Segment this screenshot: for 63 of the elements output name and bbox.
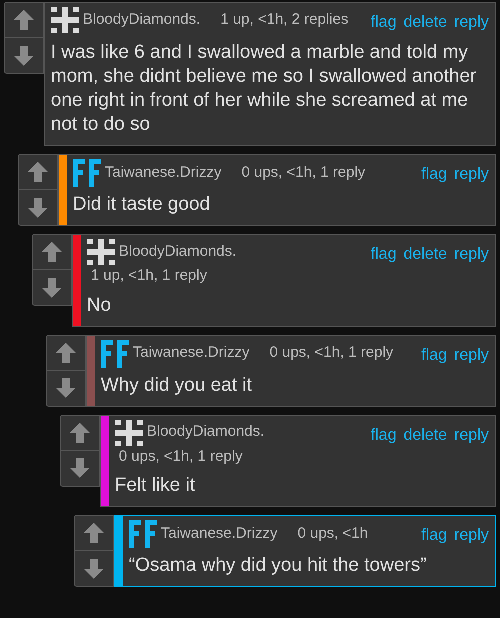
downvote-arrow-icon: [13, 44, 35, 66]
downvote-arrow-icon: [41, 276, 63, 298]
upvote-button[interactable]: [46, 334, 86, 370]
username[interactable]: Taiwanese.Drizzy: [161, 522, 278, 546]
action-link[interactable]: flag: [370, 243, 397, 267]
upvote-arrow-icon: [41, 241, 63, 263]
username[interactable]: Taiwanese.Drizzy: [105, 162, 222, 184]
comment-meta: 0 ups, <1h, 1 reply: [240, 162, 366, 183]
action-link[interactable]: delete: [404, 424, 448, 448]
comment-meta: 0 ups, <1h, 1 reply: [268, 343, 394, 364]
downvote-button[interactable]: [18, 190, 58, 226]
downvote-button[interactable]: [46, 370, 86, 406]
comment-meta: 0 ups, <1h, 1 reply: [118, 446, 243, 466]
avatar-icon: [101, 340, 129, 368]
downvote-arrow-icon: [83, 558, 105, 580]
comment-text: Felt like it: [115, 474, 196, 498]
action-link[interactable]: reply: [454, 344, 489, 368]
downvote-arrow-icon: [55, 377, 77, 399]
comment-meta: 1 up, <1h, 2 replies: [220, 10, 349, 30]
username[interactable]: Taiwanese.Drizzy: [133, 342, 250, 365]
action-link[interactable]: reply: [454, 524, 489, 548]
avatar-icon: [115, 420, 143, 446]
upvote-arrow-icon: [69, 422, 91, 444]
downvote-button[interactable]: [60, 450, 100, 486]
downvote-button[interactable]: [4, 38, 44, 74]
action-link[interactable]: reply: [454, 424, 489, 448]
comment-text: Did it taste good: [73, 193, 212, 217]
downvote-arrow-icon: [27, 196, 49, 218]
comment-text: “Osama why did you hit the towers”: [129, 554, 428, 578]
upvote-arrow-icon: [27, 161, 49, 183]
action-link[interactable]: flag: [370, 11, 397, 35]
downvote-button[interactable]: [74, 551, 114, 587]
action-link[interactable]: flag: [422, 524, 448, 548]
username[interactable]: BloodyDiamonds.: [147, 421, 265, 444]
action-link[interactable]: reply: [454, 243, 489, 267]
username[interactable]: BloodyDiamonds.: [119, 240, 237, 264]
action-link[interactable]: flag: [422, 344, 448, 368]
action-link[interactable]: flag: [370, 424, 397, 448]
avatar-icon: [87, 239, 115, 265]
upvote-button[interactable]: [74, 515, 114, 551]
upvote-arrow-icon: [55, 342, 77, 364]
action-link[interactable]: delete: [404, 11, 448, 35]
username[interactable]: BloodyDiamonds.: [83, 8, 201, 32]
comment-meta: 0 ups, <1h: [296, 524, 368, 544]
action-link[interactable]: reply: [454, 11, 489, 35]
comment-text: No: [87, 294, 112, 318]
upvote-button[interactable]: [18, 154, 58, 190]
action-link[interactable]: reply: [454, 163, 489, 187]
upvote-arrow-icon: [83, 522, 105, 544]
comment-text: I was like 6 and I swallowed a marble and told my mom, she didnt believe me so I swallowed another one right in front of her while she screamed at me not to do so: [51, 41, 478, 137]
upvote-button[interactable]: [60, 414, 100, 450]
downvote-button[interactable]: [32, 270, 72, 306]
action-link[interactable]: flag: [422, 163, 448, 187]
downvote-arrow-icon: [69, 457, 91, 479]
upvote-arrow-icon: [13, 9, 35, 31]
upvote-button[interactable]: [32, 234, 72, 270]
upvote-button[interactable]: [4, 2, 44, 38]
comment-meta: 1 up, <1h, 1 reply: [90, 266, 208, 286]
comment-text: Why did you eat it: [101, 374, 254, 398]
avatar-icon: [51, 7, 79, 33]
avatar-icon: [129, 520, 157, 548]
action-link[interactable]: delete: [404, 243, 448, 267]
avatar-icon: [73, 159, 101, 187]
